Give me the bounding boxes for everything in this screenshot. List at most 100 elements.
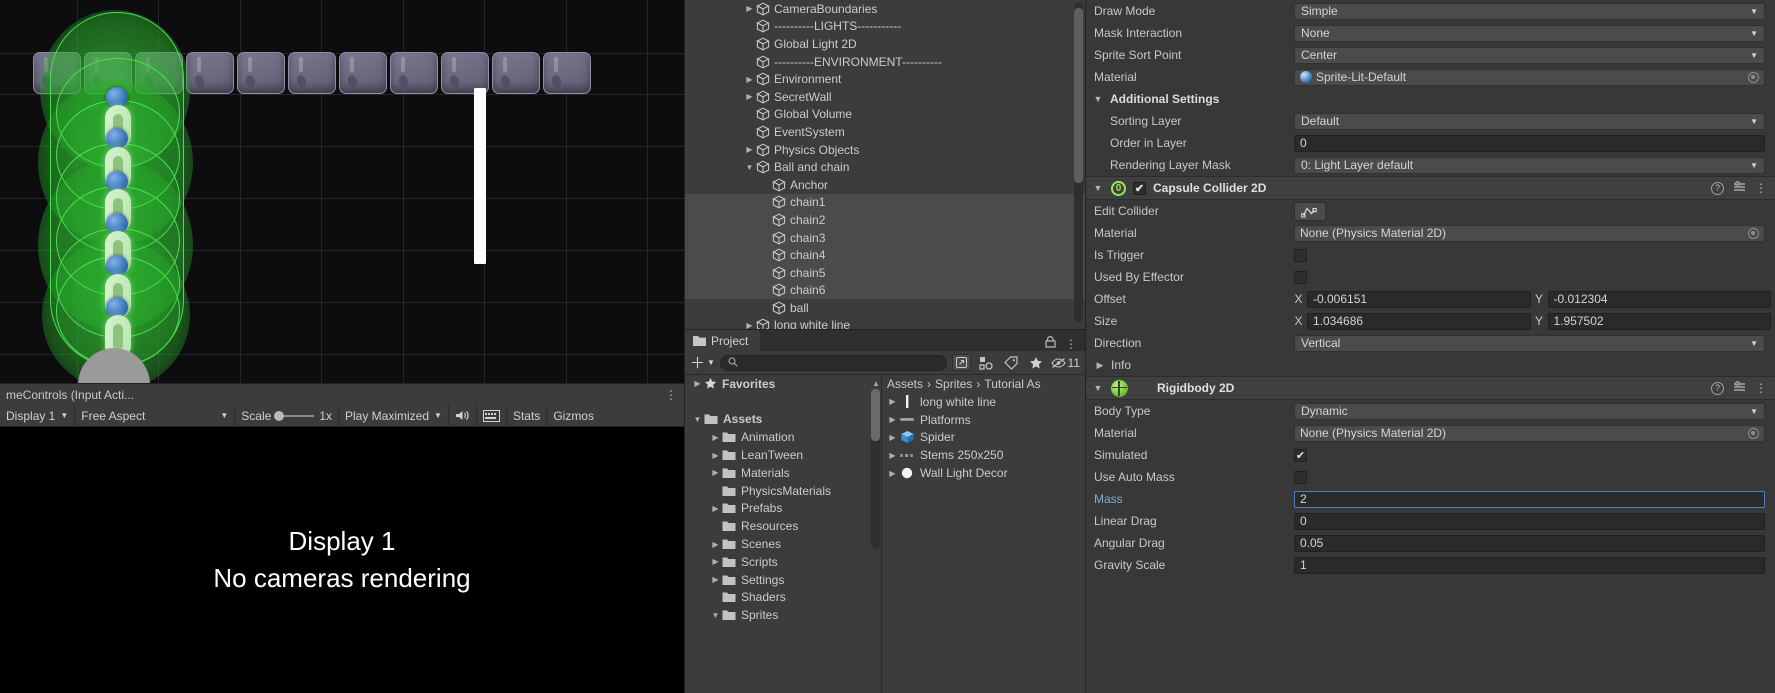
project-tree-item[interactable]: ▼ Assets <box>685 411 881 429</box>
chevron-down-icon[interactable]: ▼ <box>709 611 722 620</box>
direction-dropdown[interactable]: Vertical ▼ <box>1294 334 1765 352</box>
edit-collider-button[interactable] <box>1294 201 1326 221</box>
project-tree-item[interactable]: ▶ Scripts <box>685 553 881 571</box>
project-tree-item[interactable]: Shaders <box>685 589 881 607</box>
hierarchy-item[interactable]: ball <box>685 299 1085 317</box>
capsule-collider-enabled-checkbox[interactable]: ✔ <box>1133 181 1146 195</box>
chevron-right-icon[interactable]: ▶ <box>886 469 899 478</box>
mask-interaction-dropdown[interactable]: None ▼ <box>1294 24 1765 42</box>
chevron-right-icon[interactable]: ▶ <box>709 540 722 549</box>
project-tree-item[interactable]: Resources <box>685 517 881 535</box>
additional-settings-header[interactable]: ▼ Additional Settings <box>1086 88 1775 110</box>
hierarchy-item[interactable]: ▶ SecretWall <box>685 88 1085 106</box>
gizmos-button[interactable]: Gizmos <box>547 405 600 427</box>
simulated-checkbox[interactable]: ✔ <box>1294 448 1307 462</box>
chevron-down-icon[interactable]: ▼ <box>1092 183 1104 193</box>
project-tree-item[interactable]: ▶ LeanTween <box>685 446 881 464</box>
chevron-right-icon[interactable]: ▶ <box>743 92 756 101</box>
breadcrumb-item[interactable]: Tutorial As <box>984 377 1040 391</box>
scroll-up-arrow-icon[interactable]: ▲ <box>872 379 880 388</box>
hierarchy-item[interactable]: chain3 <box>685 228 1085 247</box>
offset-y-input[interactable]: -0.012304 <box>1547 290 1771 308</box>
hierarchy-item[interactable]: chain4 <box>685 246 1085 264</box>
create-asset-button[interactable]: ＋ ▼ <box>690 352 715 373</box>
project-tree-item[interactable] <box>685 393 881 411</box>
lock-icon[interactable] <box>1045 336 1056 351</box>
chevron-right-icon[interactable]: ▶ <box>709 451 722 460</box>
chevron-right-icon[interactable]: ▶ <box>743 75 756 84</box>
material-object-field[interactable]: Sprite-Lit-Default <box>1294 68 1765 86</box>
hierarchy-item[interactable]: ▼ Ball and chain <box>685 158 1085 176</box>
hierarchy-item[interactable]: EventSystem <box>685 123 1085 141</box>
sorting-layer-dropdown[interactable]: Default ▼ <box>1294 112 1765 130</box>
hierarchy-item[interactable]: ▶ Environment <box>685 70 1085 88</box>
project-search-field[interactable] <box>719 354 947 371</box>
hierarchy-item[interactable]: Global Volume <box>685 106 1085 124</box>
hierarchy-item[interactable]: ----------LIGHTS----------- <box>685 18 1085 36</box>
hierarchy-scrollbar[interactable] <box>1074 2 1083 322</box>
keyboard-icon[interactable] <box>477 404 507 427</box>
asset-item[interactable]: ▶ Wall Light Decor <box>882 464 1085 482</box>
mass-input[interactable]: 2 <box>1294 490 1765 508</box>
preset-icon[interactable] <box>1733 381 1746 396</box>
hierarchy-item[interactable]: ▶ Physics Objects <box>685 141 1085 159</box>
project-tree-scrollbar[interactable] <box>871 389 880 549</box>
hierarchy-item[interactable]: ▶ long white line <box>685 317 1085 329</box>
chevron-down-icon[interactable]: ▼ <box>691 415 704 424</box>
chevron-right-icon[interactable]: ▶ <box>709 504 722 513</box>
chevron-right-icon[interactable]: ▶ <box>886 415 899 424</box>
stats-button[interactable]: Stats <box>507 404 548 427</box>
gravity-scale-input[interactable]: 1 <box>1294 556 1765 574</box>
sprite-sort-point-dropdown[interactable]: Center ▼ <box>1294 46 1765 64</box>
hierarchy-item[interactable]: ----------ENVIRONMENT---------- <box>685 53 1085 71</box>
project-tree-item[interactable]: ▼ Sprites <box>685 606 881 624</box>
hierarchy-item[interactable]: Anchor <box>685 176 1085 194</box>
object-picker-icon[interactable] <box>1748 427 1759 439</box>
hierarchy-item[interactable]: ▶ CameraBoundaries <box>685 0 1085 18</box>
material-object-field[interactable]: None (Physics Material 2D) <box>1294 224 1765 242</box>
search-by-type-icon[interactable] <box>976 354 996 372</box>
favorites-star-icon[interactable] <box>1026 354 1046 372</box>
hierarchy-item[interactable]: chain6 <box>685 281 1085 300</box>
chevron-right-icon[interactable]: ▶ <box>743 4 756 13</box>
angular-drag-input[interactable]: 0.05 <box>1294 534 1765 552</box>
project-tree-item[interactable]: ▶ Settings <box>685 571 881 589</box>
project-tree-item[interactable]: PhysicsMaterials <box>685 482 881 500</box>
search-by-label-icon[interactable] <box>1001 354 1021 372</box>
preset-icon[interactable] <box>1733 181 1746 196</box>
mute-audio-icon[interactable] <box>449 404 477 427</box>
draw-mode-dropdown[interactable]: Simple ▼ <box>1294 2 1765 20</box>
material-object-field[interactable]: None (Physics Material 2D) <box>1294 424 1765 442</box>
body-type-dropdown[interactable]: Dynamic ▼ <box>1294 402 1765 420</box>
chevron-right-icon[interactable]: ▶ <box>886 433 899 442</box>
project-search-input[interactable] <box>742 356 939 369</box>
component-header-capsule-collider-2d[interactable]: ▼ 0 ✔ Capsule Collider 2D ? ⋮ <box>1086 176 1775 200</box>
project-tree-item[interactable]: ▶ Favorites <box>685 375 881 393</box>
chevron-right-icon[interactable]: ▶ <box>886 451 899 460</box>
is-trigger-checkbox[interactable] <box>1294 248 1307 262</box>
scale-slider[interactable]: Scale 1x <box>235 404 339 427</box>
chevron-right-icon[interactable]: ▶ <box>743 145 756 154</box>
project-menu-icon[interactable]: ⋮ <box>1065 337 1077 351</box>
open-search-window-button[interactable] <box>951 354 971 371</box>
object-picker-icon[interactable] <box>1748 71 1759 83</box>
help-icon[interactable]: ? <box>1711 181 1724 195</box>
order-in-layer-input[interactable]: 0 <box>1294 134 1765 152</box>
use-auto-mass-checkbox[interactable] <box>1294 470 1307 484</box>
used-by-effector-checkbox[interactable] <box>1294 270 1307 284</box>
hierarchy-item[interactable]: chain2 <box>685 211 1085 229</box>
status-options-icon[interactable]: ⋮ <box>665 388 678 402</box>
project-tree-item[interactable]: ▶ Scenes <box>685 535 881 553</box>
chevron-right-icon[interactable]: ▶ <box>709 575 722 584</box>
hierarchy-item[interactable]: chain1 <box>685 193 1085 212</box>
scale-slider-track[interactable] <box>274 410 315 421</box>
project-tree-item[interactable]: ▶ Prefabs <box>685 500 881 518</box>
size-x-input[interactable]: 1.034686 <box>1307 312 1531 330</box>
chevron-down-icon[interactable]: ▼ <box>1092 383 1104 393</box>
hidden-packages-toggle[interactable]: 11 <box>1050 354 1080 372</box>
hierarchy-item[interactable]: chain5 <box>685 263 1085 282</box>
tab-project[interactable]: Project <box>685 330 761 351</box>
project-tree-item[interactable]: ▶ Materials <box>685 464 881 482</box>
rendering-layer-mask-dropdown[interactable]: 0: Light Layer default ▼ <box>1294 156 1765 174</box>
linear-drag-input[interactable]: 0 <box>1294 512 1765 530</box>
